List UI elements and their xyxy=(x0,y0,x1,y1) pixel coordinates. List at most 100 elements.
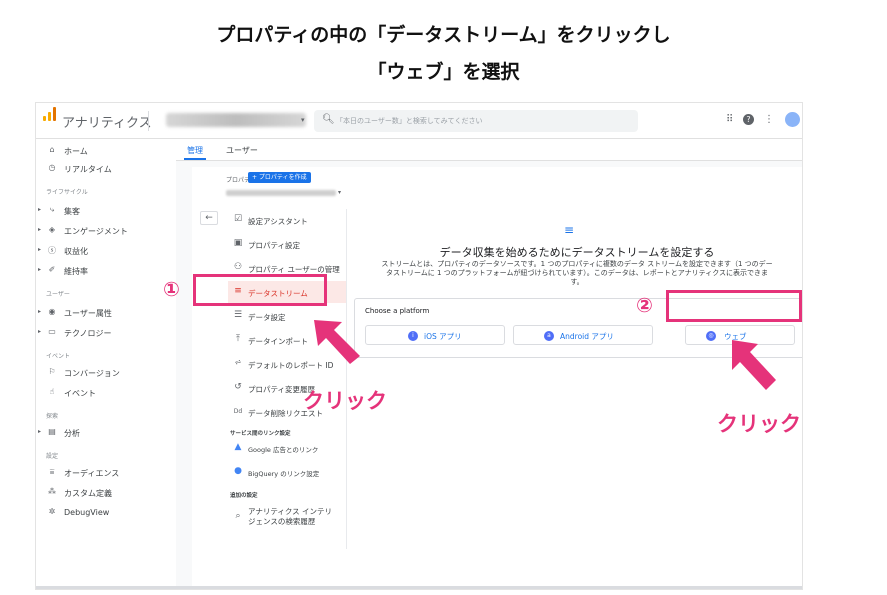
app-name: アナリティクス xyxy=(62,116,152,131)
menu-google-ads-links[interactable]: ▲ Google 広告とのリンク xyxy=(228,437,346,459)
nav-section-event: イベント xyxy=(46,353,71,360)
ios-app-button[interactable]: i iOS アプリ xyxy=(365,325,505,345)
nav-technology[interactable]: ▸ ▭ テクノロジー xyxy=(36,325,176,341)
top-bar: アナリティクス ▾ 🔍︎ 「本日のユーザー数」と検索してみてください ⠿ ? ⋮ xyxy=(36,103,802,139)
globe-icon: ◎ xyxy=(706,331,716,341)
nav-acquisition[interactable]: ▸ ⤷ 集客 xyxy=(36,203,176,219)
nav-section-configure: 設定 xyxy=(46,453,59,460)
nav-conversions[interactable]: ⚐ コンバージョン xyxy=(36,365,176,381)
caret-right-icon: ▸ xyxy=(38,308,42,315)
caret-right-icon: ▸ xyxy=(38,226,42,233)
database-icon: ☰ xyxy=(233,310,243,320)
streams-heading: データ収集を始めるためにデータストリームを設定する xyxy=(439,246,715,259)
tab-underline xyxy=(184,158,206,160)
divider xyxy=(346,209,347,549)
menu-analytics-intelligence[interactable]: ⌕ アナリティクス インテリ ジェンスの検索履歴 xyxy=(228,501,346,531)
nav-section-lifecycle: ライフサイクル xyxy=(46,189,88,196)
highlight-data-streams xyxy=(193,274,327,306)
divider xyxy=(36,586,802,589)
globe-icon: ◉ xyxy=(48,307,56,316)
streams-description: ストリームとは、プロパティのデータソースです。1 つのプロパティに複数のデータ … xyxy=(352,260,802,287)
delete-data-icon: Dd xyxy=(233,408,243,415)
engagement-icon: ◈ xyxy=(48,225,56,234)
property-selector[interactable] xyxy=(226,190,336,196)
create-property-button[interactable]: + プロパティを作成 xyxy=(248,172,311,183)
tab-bar: 管理 ユーザー xyxy=(176,139,802,161)
clock-icon: ◷ xyxy=(48,163,56,172)
menu-section-additional: 追加の設定 xyxy=(230,493,258,499)
bigquery-icon: ● xyxy=(234,466,242,476)
menu-bigquery-links[interactable]: ● BigQuery のリンク設定 xyxy=(228,461,346,483)
chevron-down-icon[interactable]: ▾ xyxy=(338,189,341,196)
devices-icon: ▭ xyxy=(48,327,56,336)
nav-engagement[interactable]: ▸ ◈ エンゲージメント xyxy=(36,223,176,239)
ios-icon: i xyxy=(408,331,418,341)
avatar[interactable] xyxy=(785,112,800,127)
analytics-logo-icon xyxy=(42,107,58,131)
arrow-icon xyxy=(732,340,776,390)
click-label-1: クリック xyxy=(303,389,387,413)
highlight-web xyxy=(666,290,802,322)
acquisition-icon: ⤷ xyxy=(49,205,55,214)
people-icon: ⚇ xyxy=(233,262,243,272)
chevron-down-icon[interactable]: ▾ xyxy=(301,116,305,124)
report-id-icon: ⩫ xyxy=(234,358,242,368)
google-ads-icon: ▲ xyxy=(234,442,242,452)
search-input[interactable]: 🔍︎ 「本日のユーザー数」と検索してみてください xyxy=(314,110,638,132)
flag-icon: ⚐ xyxy=(48,367,56,376)
nav-custom-definitions[interactable]: ⁂ カスタム定義 xyxy=(36,485,176,501)
menu-setup-assistant[interactable]: ☑ 設定アシスタント xyxy=(228,209,346,231)
analytics-screenshot: アナリティクス ▾ 🔍︎ 「本日のユーザー数」と検索してみてください ⠿ ? ⋮… xyxy=(36,103,802,589)
caret-right-icon: ▸ xyxy=(38,266,42,273)
click-label-2: クリック xyxy=(717,412,801,436)
retention-icon: ✐ xyxy=(48,265,56,274)
step-1-marker: ① xyxy=(163,277,180,301)
data-streams-icon: ≡ xyxy=(564,223,575,237)
step-2-marker: ② xyxy=(636,293,653,317)
nav-debugview[interactable]: ✲ DebugView xyxy=(36,505,176,521)
custom-definitions-icon: ⁂ xyxy=(48,487,56,496)
android-icon: a xyxy=(544,331,554,341)
nav-retention[interactable]: ▸ ✐ 維持率 xyxy=(36,263,176,279)
menu-property-settings[interactable]: ▣ プロパティ設定 xyxy=(228,233,346,255)
tab-admin[interactable]: 管理 xyxy=(187,145,203,156)
caret-right-icon: ▸ xyxy=(38,428,42,435)
help-icon[interactable]: ? xyxy=(743,114,754,125)
nav-section-explore: 探索 xyxy=(46,413,59,420)
android-app-button[interactable]: a Android アプリ xyxy=(513,325,653,345)
instruction-title-line2: 「ウェブ」を選択 xyxy=(367,61,520,83)
search-placeholder: 「本日のユーザー数」と検索してみてください xyxy=(336,117,483,125)
nav-events[interactable]: ☝ イベント xyxy=(36,385,176,401)
history-icon: ↺ xyxy=(234,382,242,392)
settings-page-icon: ▣ xyxy=(233,238,243,248)
property-card: プロパティ + プロパティを作成 ▾ ← ☑ 設定アシスタント ▣ プロパティ設定 … xyxy=(192,167,802,589)
home-icon: ⌂ xyxy=(49,145,55,154)
search-icon: 🔍︎ xyxy=(322,114,335,125)
tab-user[interactable]: ユーザー xyxy=(226,145,258,156)
instruction-title-line1: プロパティの中の「データストリーム」をクリックし xyxy=(216,24,671,46)
apps-grid-icon[interactable]: ⠿ xyxy=(726,114,733,125)
upload-icon: ⤒ xyxy=(236,334,240,344)
main-content: 管理 ユーザー プロパティ + プロパティを作成 ▾ ← ☑ 設定アシスタント ▣… xyxy=(176,139,802,589)
desc-line: ストリームとは、プロパティのデータソースです。1 つのプロパティに複数のデータ … xyxy=(381,260,773,268)
nav-audiences[interactable]: ⩸ オーディエンス xyxy=(36,465,176,481)
audience-icon: ⩸ xyxy=(49,467,55,476)
left-nav: ⌂ ホーム ◷ リアルタイム ライフサイクル ▸ ⤷ 集客 ▸ ◈ エンゲージメント ▸ ⓢ 収… xyxy=(36,139,176,589)
caret-right-icon: ▸ xyxy=(38,328,42,335)
arrow-icon xyxy=(314,320,360,364)
caret-right-icon: ▸ xyxy=(38,246,42,253)
nav-analysis[interactable]: ▸ ▤ 分析 xyxy=(36,425,176,441)
menu-section-product-links: サービス間のリンク設定 xyxy=(230,431,291,437)
nav-home[interactable]: ⌂ ホーム xyxy=(36,143,176,159)
desc-line: タストリームに 1 つのプラットフォームが紐づけられています）。このデータは、レ… xyxy=(385,269,768,277)
touch-icon: ☝ xyxy=(49,387,55,396)
more-vert-icon[interactable]: ⋮ xyxy=(764,114,774,125)
analysis-icon: ▤ xyxy=(48,427,56,436)
nav-user-attributes[interactable]: ▸ ◉ ユーザー属性 xyxy=(36,305,176,321)
nav-monetization[interactable]: ▸ ⓢ 収益化 xyxy=(36,243,176,259)
account-selector[interactable] xyxy=(166,113,306,127)
desc-line: す。 xyxy=(570,278,584,286)
debug-icon: ✲ xyxy=(48,507,56,516)
nav-realtime[interactable]: ◷ リアルタイム xyxy=(36,161,176,177)
back-arrow-icon[interactable]: ← xyxy=(200,211,218,225)
